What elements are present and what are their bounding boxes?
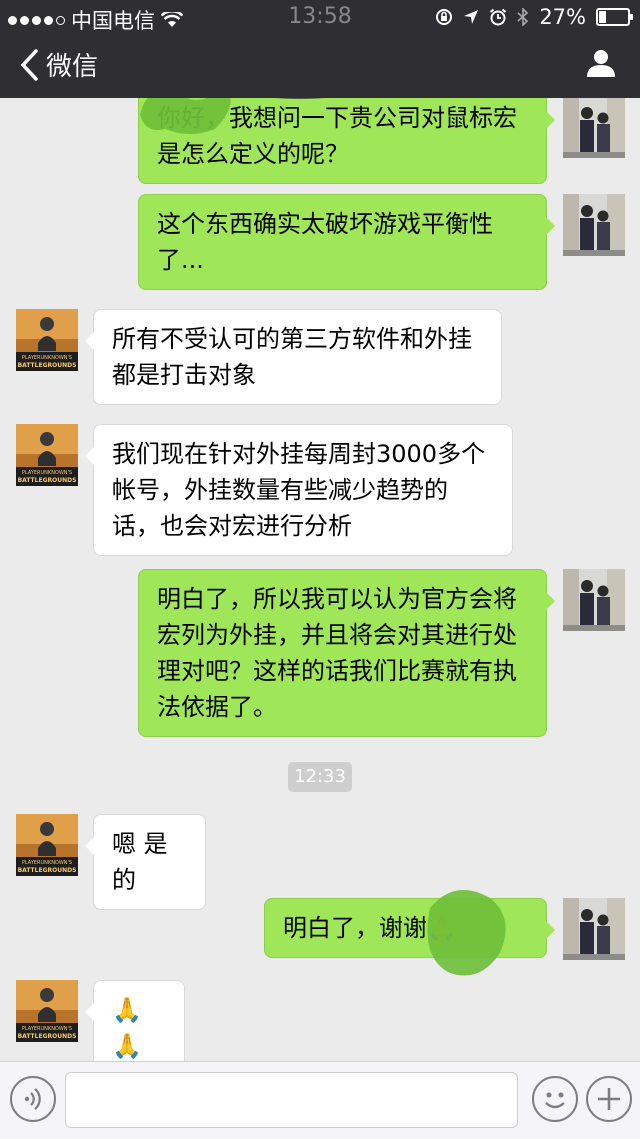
status-time: 13:58 bbox=[288, 4, 352, 29]
back-button[interactable]: 微信 bbox=[18, 46, 98, 83]
message-bubble-outgoing[interactable]: 明白了，谢谢🙏 bbox=[264, 898, 555, 958]
svg-text:PLAYERUNKNOWN'S: PLAYERUNKNOWN'S bbox=[22, 1026, 72, 1032]
avatar-pubg-support[interactable]: PLAYERUNKNOWN'SBATTLEGROUNDS bbox=[16, 309, 78, 371]
message-bubble-incoming[interactable]: 所有不受认可的第三方软件和外挂都是打击对象 bbox=[85, 309, 502, 405]
avatar-self[interactable] bbox=[563, 98, 625, 158]
voice-button[interactable] bbox=[10, 1076, 56, 1122]
message-bubble-incoming[interactable]: 嗯 是的 bbox=[85, 814, 206, 910]
message-bubble-outgoing[interactable]: 你好，我想问一下贵公司对鼠标宏是怎么定义的呢？ bbox=[138, 98, 555, 184]
svg-text:BATTLEGROUNDS: BATTLEGROUNDS bbox=[18, 362, 77, 369]
voice-icon bbox=[24, 1088, 41, 1110]
timestamp-pill: 12:33 bbox=[288, 762, 352, 792]
svg-text:BATTLEGROUNDS: BATTLEGROUNDS bbox=[18, 477, 77, 484]
nav-bar: 13:58 微信 bbox=[0, 4, 640, 98]
avatar-self[interactable] bbox=[563, 569, 625, 631]
message-bubble-outgoing[interactable]: 这个东西确实太破坏游戏平衡性了... bbox=[138, 194, 555, 290]
emoji-button[interactable] bbox=[532, 1076, 578, 1122]
svg-text:BATTLEGROUNDS: BATTLEGROUNDS bbox=[18, 1033, 77, 1040]
chat-area[interactable]: PLAYERUNKNOWN'S BATTLEGROUNDS PLAYERUNKNOW… bbox=[0, 98, 640, 1061]
message-bubble-incoming[interactable]: 🙏🙏 bbox=[85, 980, 185, 1061]
avatar-pubg-support[interactable]: PLAYERUNKNOWN'SBATTLEGROUNDS bbox=[16, 424, 78, 486]
svg-text:PLAYERUNKNOWN'S: PLAYERUNKNOWN'S bbox=[22, 470, 72, 476]
avatar-self[interactable] bbox=[563, 194, 625, 256]
message-bubble-incoming[interactable]: 我们现在针对外挂每周封3000多个帐号，外挂数量有些减少趋势的话，也会对宏进行分… bbox=[85, 424, 513, 556]
svg-text:BATTLEGROUNDS: BATTLEGROUNDS bbox=[18, 867, 77, 874]
chevron-left-icon bbox=[20, 48, 38, 81]
svg-text:PLAYERUNKNOWN'S: PLAYERUNKNOWN'S bbox=[22, 355, 72, 361]
avatar-self[interactable] bbox=[563, 898, 625, 960]
message-input[interactable] bbox=[65, 1072, 518, 1128]
emoji-icon bbox=[545, 1092, 565, 1109]
back-label: 微信 bbox=[46, 52, 99, 82]
message-bubble-outgoing[interactable]: 明白了，所以我可以认为官方会将宏列为外挂，并且将会对其进行处理对吧？这样的话我们… bbox=[138, 569, 555, 737]
user-profile-icon bbox=[587, 50, 615, 77]
chat-info-button[interactable] bbox=[586, 48, 616, 82]
plus-icon bbox=[598, 1088, 620, 1110]
svg-text:PLAYERUNKNOWN'S: PLAYERUNKNOWN'S bbox=[22, 860, 72, 866]
more-button[interactable] bbox=[586, 1076, 632, 1122]
input-bar bbox=[0, 1061, 640, 1139]
avatar-pubg-support[interactable]: PLAYERUNKNOWN'SBATTLEGROUNDS bbox=[16, 814, 78, 876]
avatar-pubg-support[interactable]: PLAYERUNKNOWN'SBATTLEGROUNDS bbox=[16, 980, 78, 1042]
